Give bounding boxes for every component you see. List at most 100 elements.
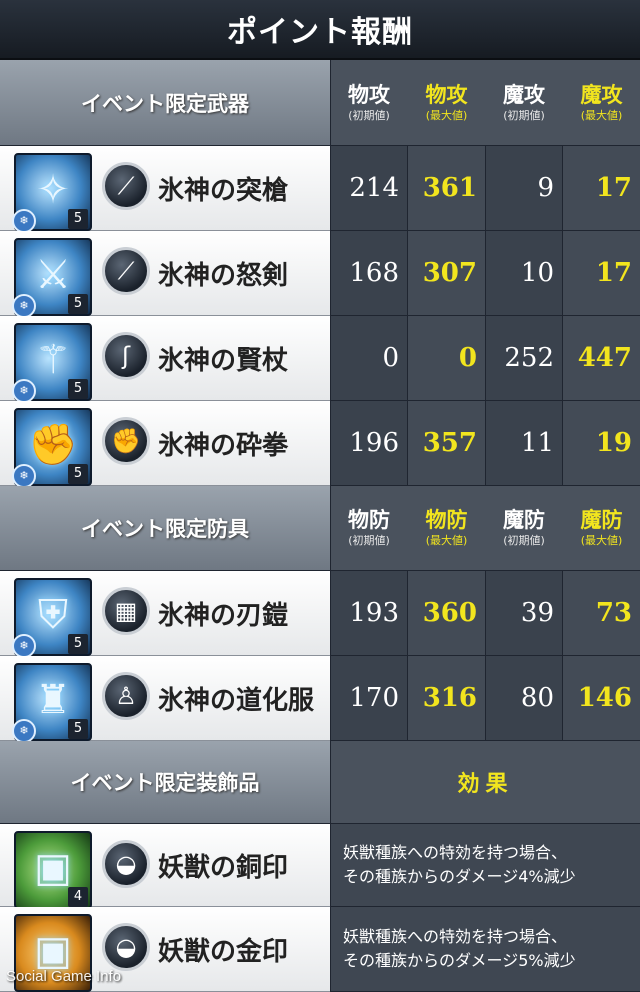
- table-row: ⚚ ❄ 5 ʃ 氷神の賢杖 0 0 252 447: [0, 316, 640, 403]
- weapons-header-row: イベント限定武器 物攻 (初期値) 物攻 (最大値) 魔攻 (初期値) 魔攻 (最大値): [0, 60, 640, 145]
- stat-value: 168: [331, 231, 407, 315]
- stat-value-max: 17: [563, 146, 640, 230]
- effect-text: 妖獣種族への特効を持つ場合、 その種族からのダメージ4%減少: [331, 824, 640, 906]
- item-name: 氷神の道化服: [158, 685, 315, 716]
- stat-value-max: 19: [563, 401, 640, 485]
- table-row: ▣ 4 ◒ 妖獣の銅印 妖獣種族への特効を持つ場合、 その種族からのダメージ4%減少: [0, 824, 640, 909]
- accessory-header-row: イベント限定装飾品 効果: [0, 741, 640, 823]
- item-thumbnail: ⚔ ❄ 5: [12, 238, 92, 318]
- col-header-main: 物防: [425, 508, 468, 532]
- col-header-sub: (初期値): [503, 534, 545, 547]
- armor-header-row: イベント限定防具 物防 (初期値) 物防 (最大値) 魔防 (初期値) 魔防 (最大値): [0, 486, 640, 570]
- stat-value: 214: [331, 146, 407, 230]
- col-header-main: 魔攻: [503, 82, 545, 107]
- stat-value: 39: [486, 571, 562, 655]
- ice-element-icon: ❄: [12, 379, 36, 403]
- armor-col-header: 魔防 (最大値): [563, 486, 640, 570]
- item-cell: ▣ 4 ◒ 妖獣の銅印: [0, 824, 330, 909]
- item-name: 氷神の砕拳: [158, 430, 289, 461]
- stat-value: 193: [331, 571, 407, 655]
- stat-value: 0: [331, 316, 407, 400]
- stat-value-max: 447: [563, 316, 640, 400]
- stat-value-max: 17: [563, 231, 640, 315]
- col-header-main: 魔防: [580, 508, 623, 532]
- col-header-main: 物攻: [425, 82, 468, 107]
- fist-icon: ✊: [102, 417, 150, 465]
- rarity-badge: 5: [68, 634, 88, 654]
- effect-text: 妖獣種族への特効を持つ場合、 その種族からのダメージ5%減少: [331, 907, 640, 991]
- item-cell: ⛨ ❄ 5 ▦ 氷神の刃鎧: [0, 571, 330, 658]
- sword-icon: ⟋: [102, 247, 150, 295]
- item-cell: ✊ ❄ 5 ✊ 氷神の砕拳: [0, 401, 330, 488]
- item-cell: ⚔ ❄ 5 ⟋ 氷神の怒剣: [0, 231, 330, 318]
- rarity-badge: 5: [68, 719, 88, 739]
- weapons-col-header: 魔攻 (最大値): [563, 60, 640, 145]
- ice-element-icon: ❄: [12, 719, 36, 743]
- item-name: 妖獣の銅印: [158, 852, 289, 883]
- weapons-col-header: 物攻 (最大値): [408, 60, 485, 145]
- stat-value: 9: [486, 146, 562, 230]
- stat-value: 11: [486, 401, 562, 485]
- effect-line: その種族からのダメージ4%減少: [343, 867, 576, 886]
- accessory-section-label: イベント限定装飾品: [0, 741, 330, 823]
- stat-value-max: 316: [408, 656, 485, 740]
- rarity-badge: 4: [68, 887, 88, 907]
- stat-value-max: 146: [563, 656, 640, 740]
- item-thumbnail: ⛨ ❄ 5: [12, 578, 92, 658]
- stat-value: 80: [486, 656, 562, 740]
- item-cell: ♜ ❄ 5 ♙ 氷神の道化服: [0, 656, 330, 743]
- weapons-col-header: 魔攻 (初期値): [486, 60, 562, 145]
- col-header-sub: (初期値): [503, 108, 545, 122]
- rarity-badge: 5: [68, 294, 88, 314]
- stat-value-max: 307: [408, 231, 485, 315]
- effect-header: 効果: [331, 741, 640, 823]
- item-thumbnail: ▣ 4: [14, 831, 92, 909]
- stat-value-max: 73: [563, 571, 640, 655]
- ice-element-icon: ❄: [12, 464, 36, 488]
- stat-value-max: 361: [408, 146, 485, 230]
- effect-line: その種族からのダメージ5%減少: [343, 951, 576, 970]
- item-name: 妖獣の金印: [158, 936, 289, 967]
- col-header-sub: (初期値): [348, 108, 390, 122]
- col-header-main: 魔攻: [580, 82, 623, 107]
- effect-line: 妖獣種族への特効を持つ場合、: [343, 843, 568, 862]
- col-header-main: 物攻: [348, 82, 390, 107]
- stat-value: 170: [331, 656, 407, 740]
- armor-icon: ▦: [102, 587, 150, 635]
- stat-value-max: 357: [408, 401, 485, 485]
- item-name: 氷神の刃鎧: [158, 600, 289, 631]
- table-row: ⛨ ❄ 5 ▦ 氷神の刃鎧 193 360 39 73: [0, 571, 640, 658]
- col-header-sub: (最大値): [580, 534, 623, 547]
- item-name: 氷神の賢杖: [158, 345, 289, 376]
- robe-icon: ♙: [102, 672, 150, 720]
- col-header-main: 物防: [348, 508, 390, 532]
- accessory-icon: ◒: [102, 840, 150, 888]
- item-cell: ⚚ ❄ 5 ʃ 氷神の賢杖: [0, 316, 330, 403]
- rarity-badge: 5: [68, 379, 88, 399]
- item-thumbnail: ✊ ❄ 5: [12, 408, 92, 488]
- page-title: ポイント報酬: [0, 0, 640, 60]
- ice-element-icon: ❄: [12, 634, 36, 658]
- table-row: ♜ ❄ 5 ♙ 氷神の道化服 170 316 80 146: [0, 656, 640, 743]
- item-thumbnail: ✧ ❄ 5: [12, 153, 92, 233]
- armor-col-header: 物防 (最大値): [408, 486, 485, 570]
- armor-col-header: 物防 (初期値): [331, 486, 407, 570]
- table-row: ✧ ❄ 5 ⟋ 氷神の突槍 214 361 9 17: [0, 146, 640, 233]
- stat-value-max: 0: [408, 316, 485, 400]
- armor-col-header: 魔防 (初期値): [486, 486, 562, 570]
- watermark: Social Game Info: [6, 968, 122, 985]
- stat-value-max: 360: [408, 571, 485, 655]
- stat-value: 10: [486, 231, 562, 315]
- stat-value: 252: [486, 316, 562, 400]
- weapons-section-label: イベント限定武器: [0, 60, 330, 145]
- item-name: 氷神の怒剣: [158, 260, 289, 291]
- stat-value: 196: [331, 401, 407, 485]
- armor-section-label: イベント限定防具: [0, 486, 330, 570]
- col-header-main: 魔防: [503, 508, 545, 532]
- col-header-sub: (最大値): [425, 534, 468, 547]
- rarity-badge: 5: [68, 209, 88, 229]
- ice-element-icon: ❄: [12, 294, 36, 318]
- col-header-sub: (最大値): [425, 108, 468, 122]
- table-row: ⚔ ❄ 5 ⟋ 氷神の怒剣 168 307 10 17: [0, 231, 640, 318]
- item-cell: ✧ ❄ 5 ⟋ 氷神の突槍: [0, 146, 330, 233]
